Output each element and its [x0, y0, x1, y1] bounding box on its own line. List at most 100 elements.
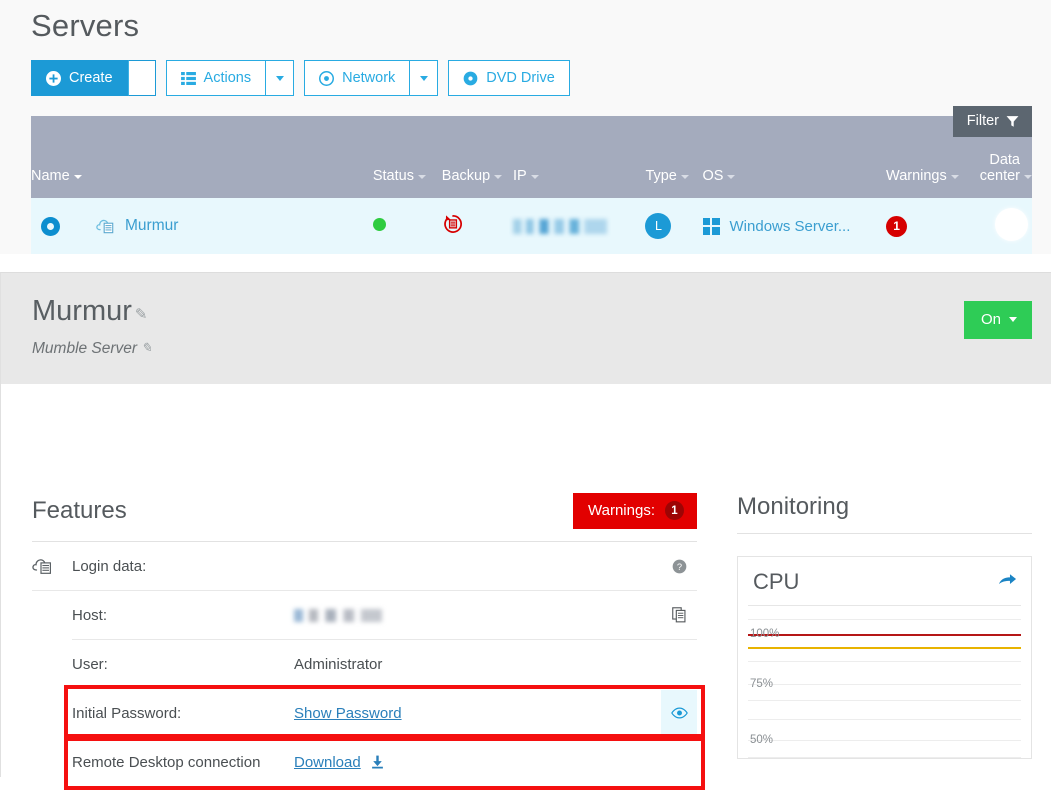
- monitoring-section: Monitoring CPU 100% 75% 5: [737, 384, 1032, 777]
- column-header-name[interactable]: Name: [31, 116, 373, 198]
- cloud-server-icon: [32, 557, 72, 576]
- remote-desktop-label: Remote Desktop connection: [72, 754, 294, 771]
- chevron-down-icon: [138, 76, 146, 81]
- help-icon-wrap[interactable]: ?: [661, 559, 697, 574]
- column-header-ip[interactable]: IP: [513, 116, 645, 198]
- column-label: Backup: [442, 168, 490, 184]
- power-state-label: On: [981, 311, 1001, 328]
- server-detail-header: Murmur ✎ Mumble Server ✎ On: [0, 272, 1051, 384]
- create-button[interactable]: Create: [31, 60, 128, 96]
- servers-table-head: Name Status Backup: [31, 116, 1032, 198]
- share-arrow-icon[interactable]: [998, 571, 1017, 593]
- monitoring-title: Monitoring: [737, 493, 849, 521]
- host-label: Host:: [72, 607, 294, 624]
- column-label: Status: [373, 168, 414, 184]
- download-icon[interactable]: [371, 755, 384, 769]
- chevron-down-icon: [1024, 175, 1032, 179]
- server-detail-titles: Murmur ✎ Mumble Server ✎: [32, 295, 152, 358]
- chevron-down-icon: [531, 175, 539, 179]
- login-data-label: Login data:: [72, 558, 294, 575]
- create-button-group: Create: [31, 60, 156, 96]
- row-warnings-cell[interactable]: 1: [886, 198, 980, 254]
- column-header-type[interactable]: Type: [645, 116, 702, 198]
- list-icon: [181, 72, 196, 85]
- warnings-button[interactable]: Warnings: 1: [573, 493, 697, 529]
- datacenter-flag-icon: [995, 208, 1028, 241]
- column-label-line1: Data: [989, 152, 1020, 168]
- copy-icon[interactable]: [672, 607, 687, 623]
- row-ip-cell: [513, 198, 645, 254]
- backup-restore-icon[interactable]: [442, 213, 464, 235]
- cloud-server-icon: [96, 218, 116, 235]
- os-label: Windows Server...: [730, 218, 851, 235]
- power-state-button[interactable]: On: [964, 301, 1032, 339]
- server-name-link[interactable]: Murmur: [125, 217, 178, 235]
- user-value: Administrator: [294, 656, 661, 673]
- filter-button[interactable]: Filter: [953, 106, 1032, 137]
- chevron-down-icon: [74, 175, 82, 179]
- network-dropdown-toggle[interactable]: [410, 60, 438, 96]
- chevron-down-icon: [494, 175, 502, 179]
- actions-button-group: Actions: [166, 60, 295, 96]
- dvd-drive-button[interactable]: DVD Drive: [448, 60, 569, 96]
- row-select-cell[interactable]: Murmur: [31, 198, 373, 254]
- actions-button-label: Actions: [204, 70, 252, 86]
- column-header-os[interactable]: OS: [703, 116, 887, 198]
- features-title: Features: [32, 497, 127, 525]
- pencil-icon[interactable]: ✎: [135, 305, 148, 323]
- server-detail-subtitle: Mumble Server: [32, 340, 137, 358]
- row-type-cell: L: [645, 198, 702, 254]
- user-row: User: Administrator: [72, 640, 697, 689]
- servers-table-body: Murmur: [31, 198, 1032, 254]
- chevron-down-icon: [276, 76, 284, 81]
- dvd-drive-button-label: DVD Drive: [486, 70, 554, 86]
- column-label: OS: [703, 168, 724, 184]
- warnings-count: 1: [665, 501, 684, 520]
- question-circle-icon[interactable]: ?: [672, 559, 687, 574]
- network-button-label: Network: [342, 70, 395, 86]
- show-password-link[interactable]: Show Password: [294, 705, 402, 722]
- create-dropdown-toggle[interactable]: [128, 60, 156, 96]
- table-header-row: Name Status Backup: [31, 116, 1032, 198]
- svg-text:?: ?: [676, 561, 681, 571]
- status-dot-running-icon: [373, 218, 386, 231]
- cpu-card-header: CPU: [738, 556, 1031, 605]
- eye-icon[interactable]: [671, 707, 688, 719]
- server-detail-body: Features Warnings: 1 Login data:: [0, 384, 1051, 777]
- chevron-down-icon: [681, 175, 689, 179]
- ip-address-redacted: [513, 219, 607, 234]
- row-radio-button[interactable]: [41, 217, 60, 236]
- actions-button[interactable]: Actions: [166, 60, 267, 96]
- copy-host-button[interactable]: [661, 607, 697, 623]
- warnings-count-badge[interactable]: 1: [886, 216, 907, 237]
- servers-table-container: Name Status Backup: [0, 116, 1051, 254]
- server-detail-name: Murmur: [32, 295, 132, 328]
- row-status-cell: [373, 198, 442, 254]
- toggle-password-visibility-button[interactable]: [661, 690, 697, 737]
- initial-password-row: Initial Password: Show Password: [72, 689, 697, 738]
- row-datacenter-cell: [980, 198, 1032, 254]
- type-badge: L: [645, 213, 671, 239]
- features-section: Features Warnings: 1 Login data:: [32, 384, 697, 777]
- column-label: Type: [645, 168, 676, 184]
- page-title: Servers: [0, 0, 1051, 44]
- actions-dropdown-toggle[interactable]: [266, 60, 294, 96]
- row-backup-cell[interactable]: [442, 198, 513, 254]
- login-data-row: Login data: ?: [32, 542, 697, 591]
- chart-ytick-100: 100%: [750, 628, 779, 640]
- cpu-card-title: CPU: [753, 569, 799, 595]
- column-header-backup[interactable]: Backup: [442, 116, 513, 198]
- column-label: IP: [513, 168, 527, 184]
- chevron-down-icon: [420, 76, 428, 81]
- cpu-chart: 100% 75% 50%: [748, 605, 1021, 758]
- table-row[interactable]: Murmur: [31, 198, 1032, 254]
- chart-ytick-75: 75%: [750, 678, 773, 690]
- dvd-drive-button-group: DVD Drive: [448, 60, 569, 96]
- column-header-status[interactable]: Status: [373, 116, 442, 198]
- pencil-icon[interactable]: ✎: [141, 340, 152, 356]
- plus-circle-icon: [46, 71, 61, 86]
- host-value-redacted: [294, 609, 382, 622]
- servers-toolbar: Create Actions Network: [0, 44, 1051, 96]
- download-rdp-link[interactable]: Download: [294, 754, 361, 771]
- network-button[interactable]: Network: [304, 60, 410, 96]
